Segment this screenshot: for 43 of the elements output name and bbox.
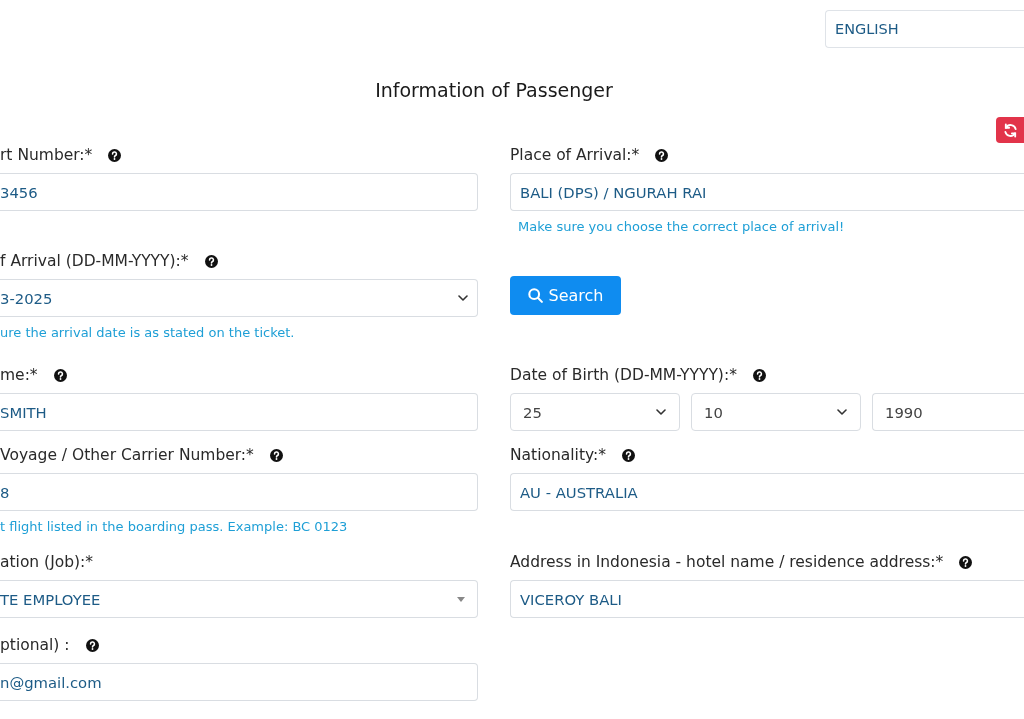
refresh-button[interactable] xyxy=(996,117,1024,143)
hint-text: ure the arrival date is as stated on the ticket. xyxy=(0,325,296,341)
field-label: Nationality:* xyxy=(510,445,606,465)
text-field[interactable]: VICEROY BALI xyxy=(510,580,1024,618)
chevron-down-icon xyxy=(656,409,666,415)
field-label: rt Number:* xyxy=(0,145,93,165)
field-label: Place of Arrival:* xyxy=(510,145,640,165)
language-select[interactable]: ENGLISH xyxy=(825,10,1024,48)
text-field[interactable]: 3456 xyxy=(0,173,478,211)
help-icon[interactable] xyxy=(85,638,99,652)
help-icon[interactable] xyxy=(655,148,669,162)
help-icon[interactable] xyxy=(108,148,122,162)
text-field[interactable]: BALI (DPS) / NGURAH RAI xyxy=(510,173,1024,211)
text-field[interactable]: 8 xyxy=(0,473,478,511)
select-field[interactable]: 10 xyxy=(691,393,861,431)
help-icon[interactable] xyxy=(204,254,218,268)
refresh-icon xyxy=(1002,122,1018,138)
help-icon[interactable] xyxy=(752,368,766,382)
field-label: me:* xyxy=(0,365,38,385)
chevron-down-icon xyxy=(458,295,468,301)
hint-text: t flight listed in the boarding pass. Example: BC 0123 xyxy=(0,519,349,535)
field-label: Address in Indonesia - hotel name / residence address:* xyxy=(510,552,944,572)
field-label: ation (Job):* xyxy=(0,552,94,572)
help-icon[interactable] xyxy=(53,368,67,382)
field-label: Voyage / Other Carrier Number:* xyxy=(0,445,254,465)
help-icon[interactable] xyxy=(269,448,283,462)
field-label: ptional) : xyxy=(0,635,70,655)
hint-text: Make sure you choose the correct place of arrival! xyxy=(517,219,846,235)
select-field[interactable]: 25 xyxy=(510,393,680,431)
field-label: Date of Birth (DD-MM-YYYY):* xyxy=(510,365,737,385)
caret-down-icon xyxy=(457,596,465,602)
text-field[interactable]: n@gmail.com xyxy=(0,663,478,701)
field-label: f Arrival (DD-MM-YYYY):* xyxy=(0,251,189,271)
search-icon xyxy=(527,288,543,303)
help-icon[interactable] xyxy=(622,448,635,462)
help-icon[interactable] xyxy=(959,555,973,569)
select-field[interactable]: 3-2025 xyxy=(0,279,478,317)
text-field[interactable]: SMITH xyxy=(0,393,478,431)
text-field[interactable]: 1990 xyxy=(872,393,1024,431)
form-title: Information of Passenger xyxy=(374,78,614,103)
dropdown-field[interactable]: TE EMPLOYEE xyxy=(0,580,478,618)
text-field[interactable]: AU - AUSTRALIA xyxy=(510,473,1024,511)
chevron-down-icon xyxy=(837,409,847,415)
